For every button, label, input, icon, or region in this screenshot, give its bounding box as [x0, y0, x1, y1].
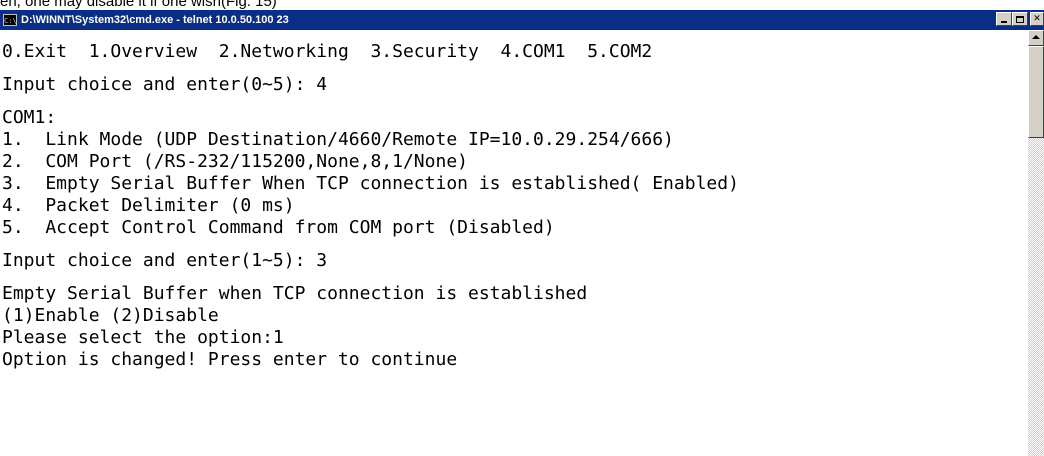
menu-line: 0.Exit 1.Overview 2.Networking 3.Securit… [2, 41, 653, 62]
prompt-line: Input choice and enter(0~5): 4 [2, 74, 328, 95]
title-bar[interactable]: C:\ D:\WINNT\System32\cmd.exe - telnet 1… [0, 10, 1044, 30]
confirm-message: Option is changed! Press enter to contin… [2, 349, 458, 370]
cmd-icon[interactable]: C:\ [3, 14, 17, 26]
minimize-button[interactable] [996, 12, 1012, 26]
scroll-thumb[interactable] [1028, 46, 1044, 138]
maximize-button[interactable] [1012, 12, 1028, 26]
menu-item: 3. Empty Serial Buffer When TCP connecti… [2, 173, 739, 194]
scroll-up-button[interactable] [1028, 30, 1044, 46]
close-button[interactable]: ✕ [1030, 12, 1044, 26]
console-text: 0.Exit 1.Overview 2.Networking 3.Securit… [0, 30, 1028, 371]
window-controls: ✕ [996, 12, 1044, 26]
vertical-scrollbar[interactable] [1028, 30, 1044, 456]
maximize-icon [1016, 15, 1024, 23]
setting-title: Empty Serial Buffer when TCP connection … [2, 283, 588, 304]
command-prompt-window: C:\ D:\WINNT\System32\cmd.exe - telnet 1… [0, 10, 1044, 456]
menu-item: 1. Link Mode (UDP Destination/4660/Remot… [2, 129, 674, 150]
menu-item: 2. COM Port (/RS-232/115200,None,8,1/Non… [2, 151, 468, 172]
window-title: D:\WINNT\System32\cmd.exe - telnet 10.0.… [21, 14, 289, 26]
select-prompt: Please select the option:1 [2, 327, 284, 348]
option-list: (1)Enable (2)Disable [2, 305, 219, 326]
section-title: COM1: [2, 107, 57, 128]
menu-item: 5. Accept Control Command from COM port … [2, 217, 555, 238]
close-icon: ✕ [1033, 13, 1041, 24]
prompt-line: Input choice and enter(1~5): 3 [2, 250, 328, 271]
menu-item: 4. Packet Delimiter (0 ms) [2, 195, 295, 216]
console-output[interactable]: 0.Exit 1.Overview 2.Networking 3.Securit… [0, 30, 1028, 456]
minimize-icon [1001, 21, 1007, 23]
